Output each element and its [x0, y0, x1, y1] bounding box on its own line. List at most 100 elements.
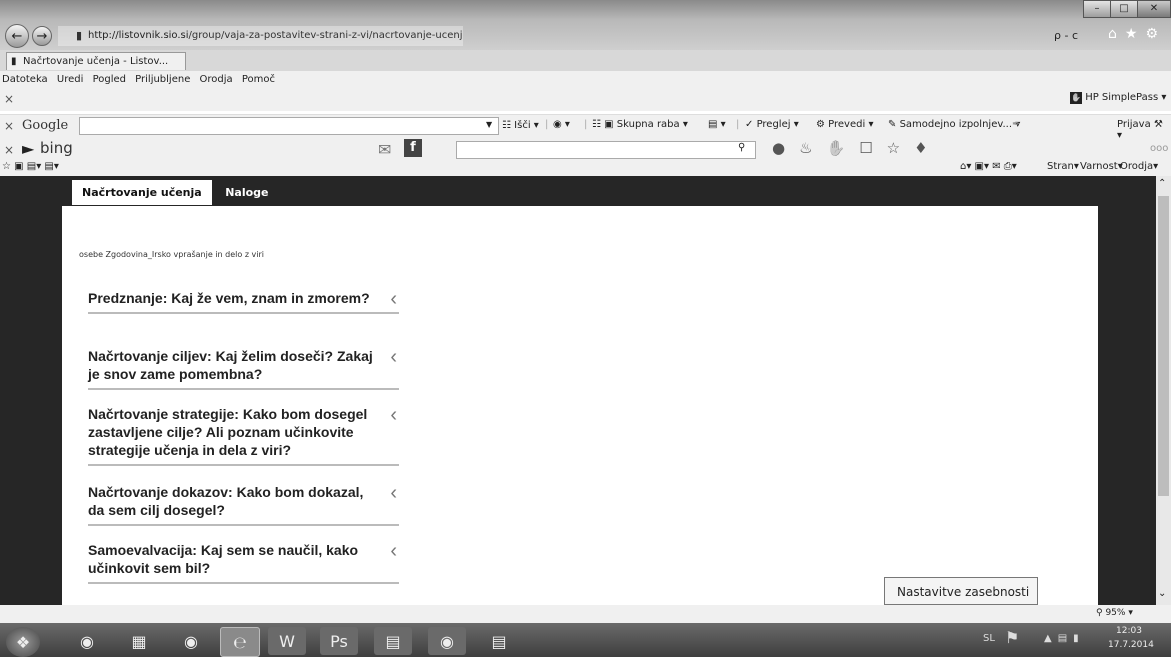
tab-naloge[interactable]: Naloge [215, 180, 279, 205]
browser-tab[interactable]: ▮ Načrtovanje učenja - Listov... × [6, 52, 186, 85]
accordion-item[interactable]: Načrtovanje strategije: Kako bom dosegel… [88, 405, 399, 466]
google-logo: Google [22, 118, 69, 133]
internet-explorer-taskbar-icon[interactable]: ℮ [220, 627, 260, 657]
language-indicator[interactable]: SL [983, 633, 995, 644]
more-icon[interactable]: ooo [1150, 143, 1168, 154]
prijava-button[interactable]: Prijava ⚒ ▾ [1117, 119, 1171, 141]
zoom-control[interactable]: ⚲ 95% ▾ [1096, 608, 1133, 618]
varnost-label: Varnost [1080, 161, 1118, 172]
page-tabs: Načrtovanje učenja Naloge [72, 180, 279, 206]
apps-taskbar-icon[interactable]: ▦ [120, 627, 158, 655]
tab-nacrtovanje-ucenja[interactable]: Načrtovanje učenja [72, 180, 212, 205]
accordion-title: Načrtovanje dokazov: Kako bom dokazal, d… [88, 484, 364, 518]
orodja-menu[interactable]: Orodja▾ [1120, 161, 1158, 172]
facebook-icon[interactable]: f [404, 139, 422, 157]
start-button-icon[interactable]: ❖ [6, 627, 40, 657]
word-taskbar-icon[interactable]: W [268, 627, 306, 655]
close-bing-toolbar-icon[interactable]: × [4, 143, 14, 157]
home-feed-mail-icons[interactable]: ⌂▾ ▣▾ ✉ ⎙▾ [960, 161, 1017, 172]
forward-button[interactable]: → [32, 26, 52, 46]
prevedi-label: Prevedi [828, 119, 866, 130]
media-taskbar-icon[interactable]: ◉ [172, 627, 210, 655]
menu-bar: Datoteka Uredi Pogled Priljubljene Orodj… [0, 71, 1171, 89]
menu-datoteka[interactable]: Datoteka [2, 71, 48, 89]
scroll-up-icon[interactable]: ⌃ [1158, 178, 1166, 189]
menu-priljubljene[interactable]: Priljubljene [135, 71, 190, 89]
explorer-taskbar-icon[interactable]: ▤ [374, 627, 412, 655]
chevron-left-icon[interactable]: ‹ [390, 347, 397, 367]
chevron-left-icon[interactable]: ‹ [390, 289, 397, 309]
orodja-label: Orodja [1120, 161, 1154, 172]
tab-title: Načrtovanje učenja - Listov... [23, 56, 169, 67]
scrollbar-thumb[interactable] [1158, 196, 1169, 496]
google-search-button[interactable]: ☷ Išči ▾ [502, 120, 539, 131]
prijava-label: Prijava [1117, 119, 1151, 130]
menu-pomoc[interactable]: Pomoč [242, 71, 275, 89]
search-refresh-icon[interactable]: ρ - c [1054, 29, 1078, 42]
maximize-button[interactable]: □ [1110, 0, 1138, 18]
share-icon[interactable]: ▤ ▾ [708, 119, 726, 130]
menu-pogled[interactable]: Pogled [93, 71, 126, 89]
favorites-icons[interactable]: ☆ ▣ ▤▾ ▤▾ [2, 161, 59, 172]
privacy-settings-button[interactable]: Nastavitve zasebnosti [884, 577, 1038, 605]
accordion-item[interactable]: Načrtovanje dokazov: Kako bom dokazal, d… [88, 483, 399, 526]
close-toolbar-icon[interactable]: × [4, 92, 14, 106]
action-center-icon[interactable]: ⚑ [1005, 628, 1019, 647]
skupna-raba-label: Skupna raba [616, 119, 680, 130]
accordion-item[interactable]: Predznanje: Kaj že vem, znam in zmorem? … [88, 289, 399, 314]
clock-time[interactable]: 12:03 [1116, 626, 1142, 636]
network-app-taskbar-icon[interactable]: ▤ [480, 627, 518, 655]
bing-toolbar-icons[interactable]: ●♨✋☐☆♦ [772, 139, 942, 157]
chevron-left-icon[interactable]: ‹ [390, 405, 397, 425]
preglej-label: Preglej [756, 119, 791, 130]
separator: | [545, 119, 549, 130]
chevron-left-icon[interactable]: ‹ [390, 483, 397, 503]
bing-toolbar: × ► bing ✉ f ⚲ ●♨✋☐☆♦ ooo [0, 139, 1171, 161]
page-subtitle: osebe Zgodovina_Irsko vprašanje in delo … [79, 250, 265, 259]
accordion-item[interactable]: Načrtovanje ciljev: Kaj želim doseči? Za… [88, 347, 399, 390]
pen-icon[interactable]: ✒ [1012, 119, 1020, 130]
bing-search-input[interactable] [456, 141, 756, 159]
google-search-input[interactable] [79, 117, 499, 135]
clock-date[interactable]: 17.7.2014 [1108, 640, 1154, 650]
hand-icon: ✋ [1070, 92, 1082, 104]
accordion-title: Predznanje: Kaj že vem, znam in zmorem? [88, 290, 370, 306]
stran-menu[interactable]: Stran▾ [1047, 161, 1079, 172]
command-bar: ☆ ▣ ▤▾ ▤▾ ⌂▾ ▣▾ ✉ ⎙▾ Stran▾ Varnost▾ Oro… [0, 161, 1171, 176]
samodejno-button[interactable]: ✎ Samodejno izpolnjev... ▾ [888, 119, 1020, 130]
separator: | [736, 119, 740, 130]
close-google-toolbar-icon[interactable]: × [4, 119, 14, 133]
dropdown-icon[interactable]: ▼ [486, 120, 492, 129]
google-toolbar: × Google ▼ ☷ Išči ▾ | ◉ ▾ | ☷ ▣ Skupna r… [0, 114, 1171, 141]
close-button[interactable]: ✕ [1137, 0, 1171, 18]
isci-label: Išči [514, 120, 531, 131]
address-bar[interactable]: ▮ http://listovnik.sio.si/group/vaja-za-… [58, 26, 463, 46]
hp-simplepass-label: HP SimplePass [1085, 92, 1159, 103]
back-button[interactable]: ← [5, 24, 29, 48]
tab-favicon-icon: ▮ [11, 56, 17, 67]
menu-uredi[interactable]: Uredi [57, 71, 84, 89]
hp-taskbar-icon[interactable]: ◉ [428, 627, 466, 655]
photoshop-taskbar-icon[interactable]: Ps [320, 627, 358, 655]
accordion-item[interactable]: Samoevalvacija: Kaj sem se naučil, kako … [88, 541, 399, 584]
minimize-button[interactable]: – [1083, 0, 1111, 18]
chrome-taskbar-icon[interactable]: ◉ [68, 627, 106, 655]
prevedi-button[interactable]: ⚙ Prevedi ▾ [816, 119, 873, 130]
preglej-button[interactable]: ✓ Preglej ▾ [745, 119, 799, 130]
separator: | [584, 119, 588, 130]
accordion-title: Samoevalvacija: Kaj sem se naučil, kako … [88, 542, 359, 576]
accordion-title: Načrtovanje strategije: Kako bom dosegel… [88, 406, 368, 458]
chevron-left-icon[interactable]: ‹ [390, 541, 397, 561]
home-star-gear-icon[interactable]: ⌂★⚙ [1108, 26, 1166, 42]
bing-search-icon[interactable]: ⚲ [738, 142, 745, 153]
tray-icons[interactable]: ▲▤▮ [1044, 633, 1085, 644]
accordion-title: Načrtovanje ciljev: Kaj želim doseči? Za… [88, 348, 373, 382]
hp-simplepass-button[interactable]: ✋ HP SimplePass ▾ [1070, 92, 1166, 104]
scroll-down-icon[interactable]: ⌄ [1158, 588, 1166, 599]
plugin-icon[interactable]: ◉ ▾ [553, 119, 570, 130]
varnost-menu[interactable]: Varnost▾ [1080, 161, 1123, 172]
bookmark-icon[interactable]: ✉ [378, 140, 391, 159]
menu-orodja[interactable]: Orodja [200, 71, 233, 89]
address-host: http://listovnik.sio.si [88, 30, 189, 41]
skupna-raba-button[interactable]: ☷ ▣ Skupna raba ▾ [592, 119, 688, 130]
